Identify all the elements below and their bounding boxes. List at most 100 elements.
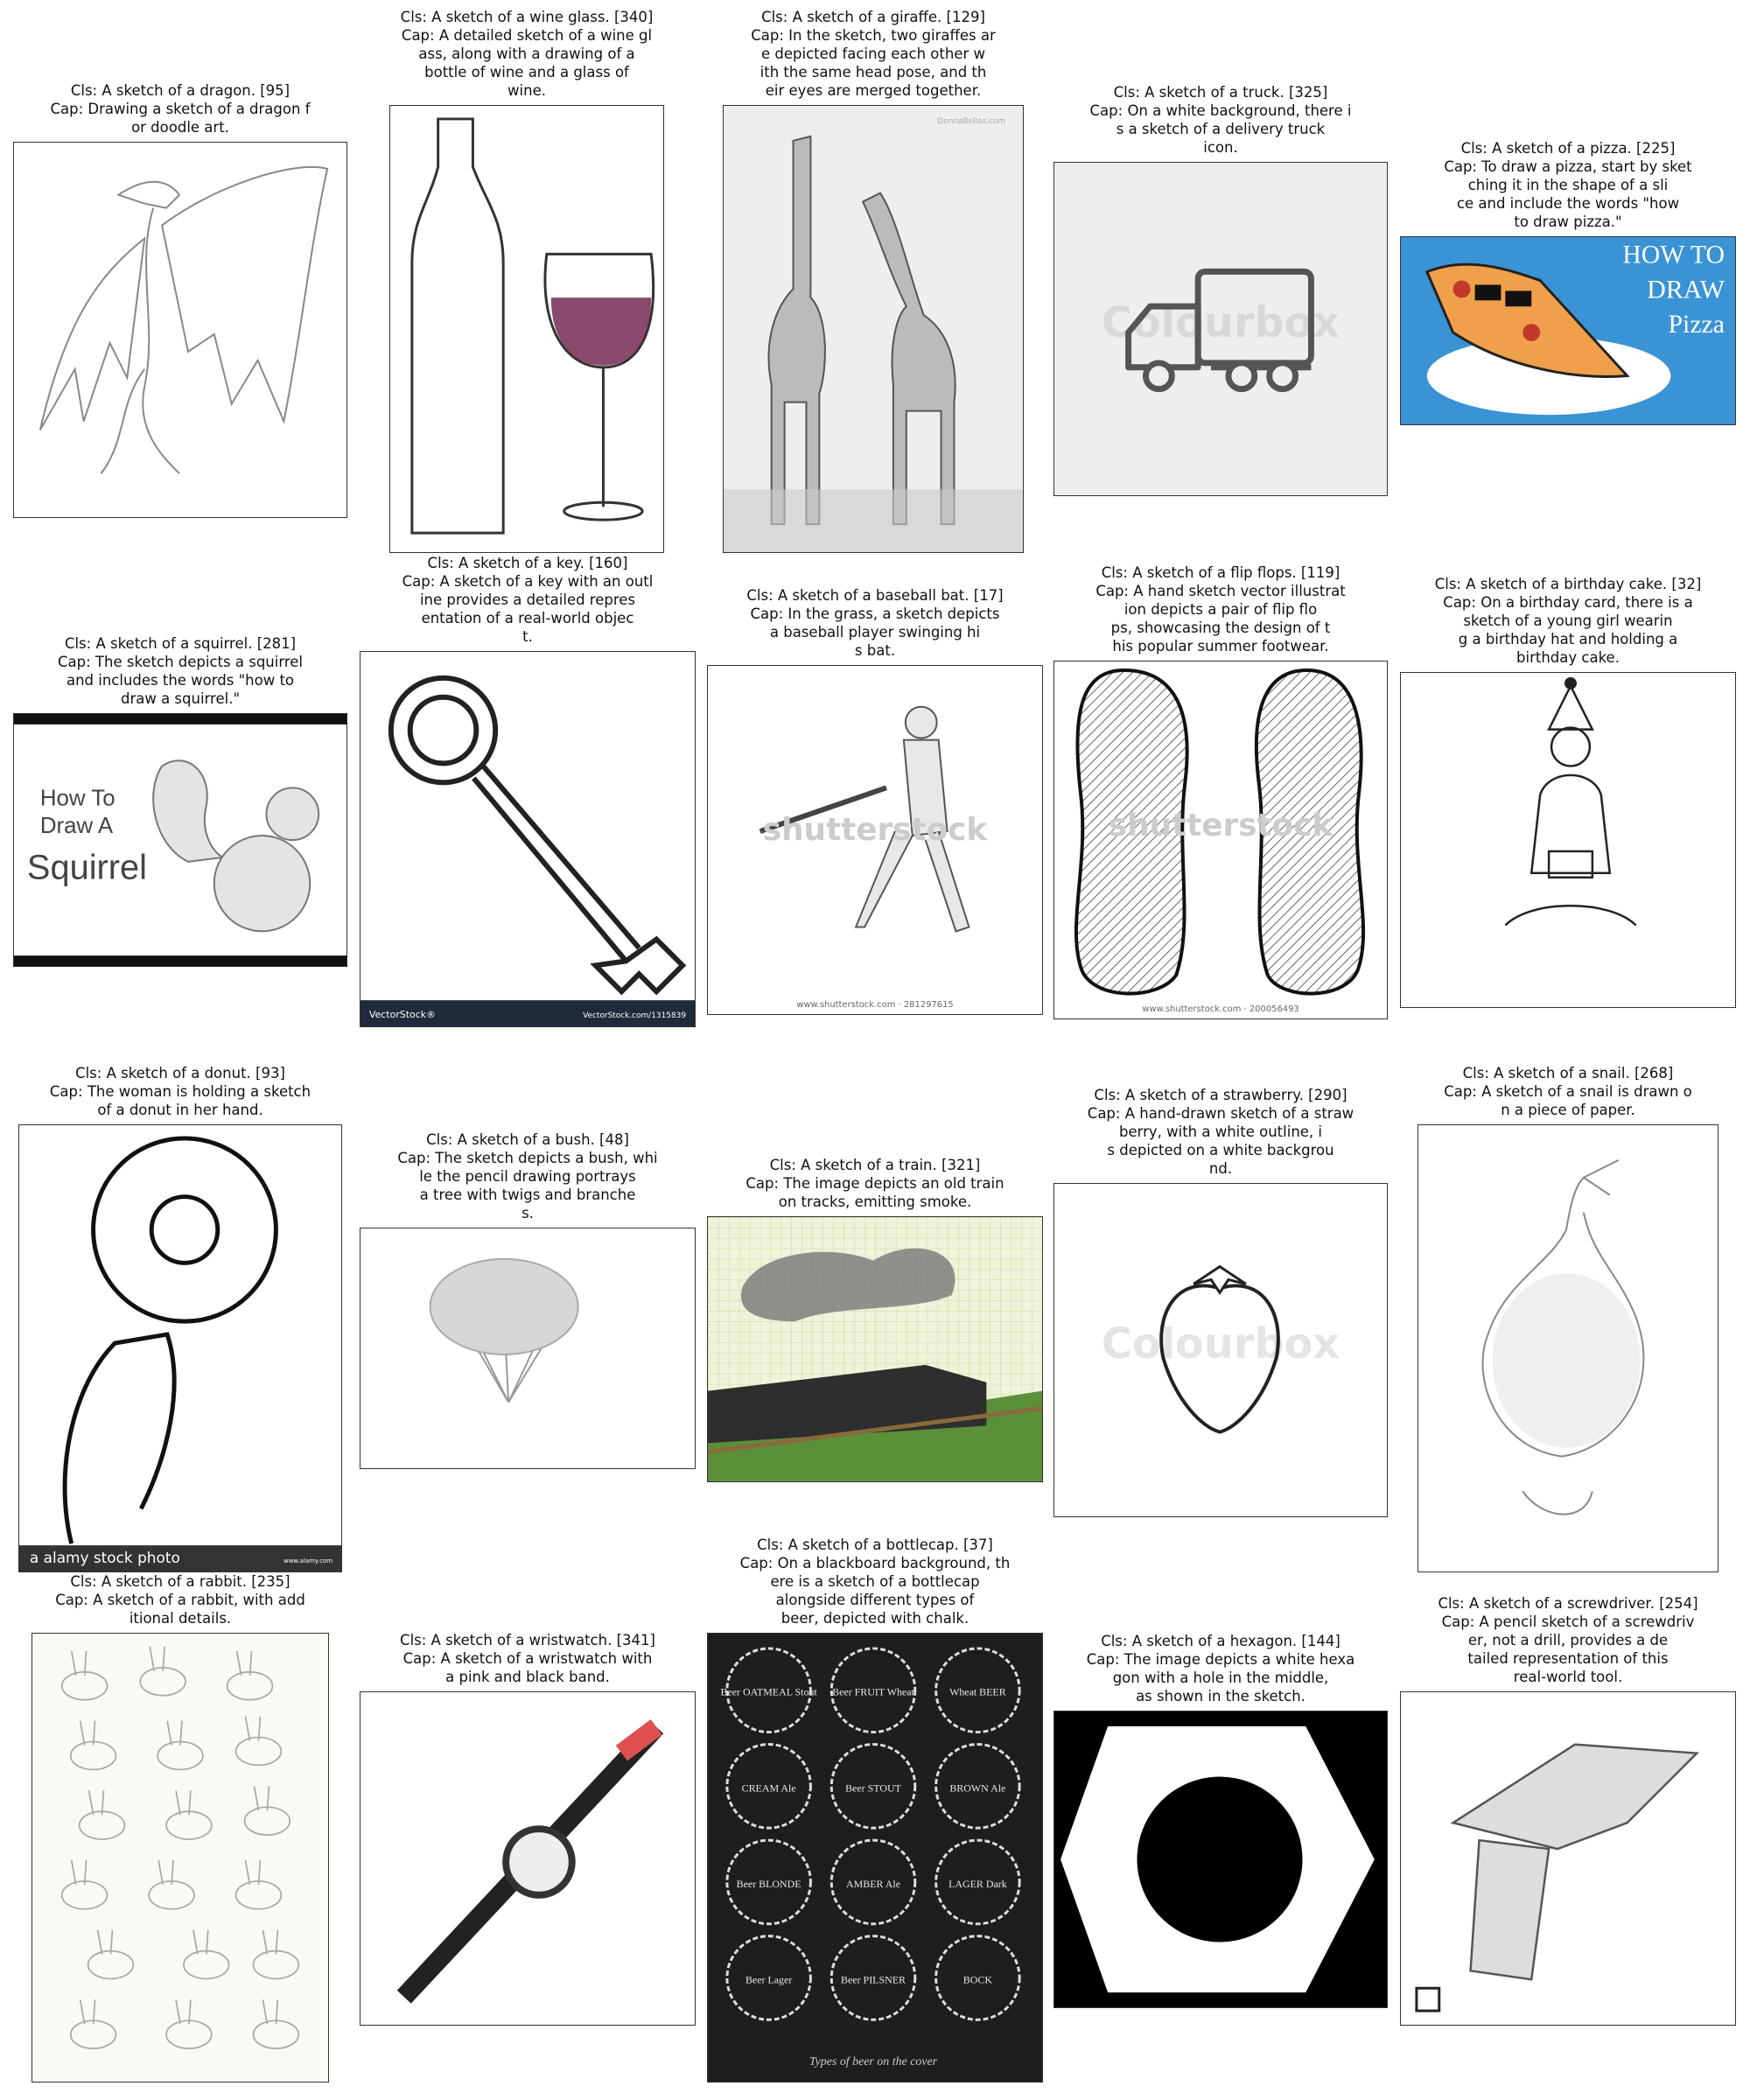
caption-line: a baseball player swinging hi [769,624,981,640]
caption-line: icon. [1203,139,1238,156]
caption-line: Cap: On a white background, there i [1089,102,1352,119]
caption-line: Cap: The sketch depicts a bush, whi [397,1150,658,1166]
panel-title: Cls: A sketch of a dragon. [95] Cap: Draw… [0,81,382,136]
caption-line: Cap: In the grass, a sketch depicts [750,606,1000,622]
image-text: Beer PILSNER [841,1973,906,1985]
image-text: VectorStock.com/1315839 [583,1012,686,1020]
image-text: AMBER Ale [846,1878,900,1890]
caption-line: nd. [1208,1160,1233,1177]
image-text: VectorStock® [369,1009,436,1020]
sketch-illustration [1418,1125,1718,1572]
panel-title: Cls: A sketch of a bottlecap. [37] Cap: O… [672,1536,1078,1628]
class-label: Cls: A sketch of a baseball bat. [17] [746,587,1004,604]
caption-line: a tree with twigs and branche [419,1186,636,1203]
panel-title: Cls: A sketch of a pizza. [225] Cap: To d… [1365,139,1750,231]
class-label: Cls: A sketch of a truck. [325] [1113,84,1328,101]
caption-line: s depicted on a white backgrou [1107,1142,1334,1158]
caption-line: ion depicts a pair of flip flo [1124,601,1318,618]
panel-title: Cls: A sketch of a screwdriver. [254] Cap… [1365,1594,1750,1686]
image-text: BOCK [963,1973,993,1985]
class-label: Cls: A sketch of a wristwatch. [341] [400,1632,655,1648]
image-truck: Colourbox [1054,162,1388,496]
sketch-illustration: Colourbox [1054,163,1387,495]
caption-line: ere is a sketch of a bottlecap [770,1573,980,1590]
caption-line: s. [522,1205,534,1222]
class-label: Cls: A sketch of a hexagon. [144] [1101,1633,1340,1649]
caption-line: Cap: The sketch depicts a squirrel [58,654,303,670]
caption-line: Cap: A sketch of a rabbit, with add [55,1592,305,1608]
sketch-illustration: shutterstock www.shutterstock.com · 2812… [708,666,1042,1014]
sketch-illustration [14,143,346,517]
caption-line: berry, with a white outline, i [1118,1124,1323,1140]
sketch-illustration [1401,673,1735,1007]
image-baseball-bat: shutterstock www.shutterstock.com · 2812… [707,665,1043,1015]
sketch-illustration: shutterstock www.shutterstock.com · 2000… [1054,662,1387,1018]
class-label: Cls: A sketch of a strawberry. [290] [1094,1087,1348,1103]
image-text: www.alamy.com [284,1558,332,1564]
panel-title: Cls: A sketch of a hexagon. [144] Cap: Th… [1018,1632,1423,1705]
image-text: How To [40,786,116,810]
caption-line: Cap: A hand-drawn sketch of a straw [1087,1105,1354,1122]
sketch-illustration [32,1634,328,2082]
caption-line: eir eyes are merged together. [765,82,982,99]
panel-title: Cls: A sketch of a rabbit. [235] Cap: A s… [0,1572,364,1628]
class-label: Cls: A sketch of a key. [160] [427,555,628,571]
caption-line: itional details. [129,1610,232,1627]
caption-line: Cap: A sketch of a snail is drawn o [1444,1083,1692,1100]
image-screwdriver [1400,1691,1736,2026]
image-key: VectorStock® VectorStock.com/1315839 [360,651,696,1027]
image-text: DonnaBellas.com [937,117,1005,126]
caption-line: e depicted facing each other w [761,46,985,62]
caption-line: g a birthday hat and holding a [1458,631,1678,648]
class-label: Cls: A sketch of a donut. [93] [75,1065,285,1082]
caption-line: n a piece of paper. [1501,1102,1635,1118]
image-text: www.shutterstock.com · 281297615 [796,1000,954,1010]
image-snail [1418,1124,1718,1572]
class-label: Cls: A sketch of a wine glass. [340] [400,9,654,25]
caption-line: to draw pizza." [1514,214,1622,230]
image-text: Types of beer on the cover [809,2055,938,2068]
image-donut: a alamy stock photo www.alamy.com [18,1124,342,1572]
caption-line: Cap: Drawing a sketch of a dragon f [50,101,311,117]
image-squirrel: How To Draw A Squirrel [13,713,347,967]
sketch-illustration [1401,1692,1735,2025]
image-text: BROWN Ale [949,1782,1005,1794]
caption-line: tailed representation of this [1467,1650,1669,1667]
sketch-illustration: DonnaBellas.com [724,106,1023,552]
panel-title: Cls: A sketch of a strawberry. [290] Cap:… [1018,1086,1423,1178]
image-text: LAGER Dark [948,1878,1007,1890]
image-text: Wheat BEER [949,1686,1006,1698]
sketch-illustration [360,1692,695,2025]
panel-title: Cls: A sketch of a bush. [48] Cap: The sk… [325,1130,731,1222]
caption-line: Cap: The image depicts an old train [746,1175,1004,1192]
image-text: Beer FRUIT Wheat [832,1686,914,1698]
panel-title: Cls: A sketch of a baseball bat. [17] Cap… [672,586,1078,660]
caption-line: birthday cake. [1516,649,1620,666]
caption-line: Cap: A hand sketch vector illustrat [1096,583,1346,599]
caption-line: Cap: A pencil sketch of a screwdriv [1441,1614,1695,1630]
panel-title: Cls: A sketch of a snail. [268] Cap: A sk… [1382,1064,1750,1119]
class-label: Cls: A sketch of a giraffe. [129] [761,9,985,25]
caption-line: or doodle art. [131,119,229,136]
panel-title: Cls: A sketch of a birthday cake. [32] Ca… [1365,575,1750,667]
image-hexagon [1054,1711,1388,2008]
image-wine-glass [389,105,664,553]
caption-line: alongside different types of [775,1592,975,1608]
sketch-illustration: a alamy stock photo www.alamy.com [19,1125,341,1572]
caption-line: Cap: On a blackboard background, th [739,1555,1011,1572]
caption-line: Cap: The woman is holding a sketch [49,1083,312,1100]
sketch-illustration: Beer OATMEAL Stout Beer FRUIT Wheat Wheat … [708,1634,1042,2082]
panel-title: Cls: A sketch of a giraffe. [129] Cap: In… [688,8,1059,100]
caption-line: wine. [508,82,546,99]
image-birthday-cake [1400,672,1736,1008]
image-flip-flops: shutterstock www.shutterstock.com · 2000… [1054,661,1388,1019]
caption-line: Cap: The image depicts a white hexa [1086,1651,1355,1668]
image-text: DRAW [1647,275,1726,304]
image-text: CREAM Ale [742,1782,796,1794]
sketch-illustration: How To Draw A Squirrel [14,714,346,966]
caption-line: a pink and black band. [445,1669,610,1685]
sketch-illustration: Colourbox [1054,1184,1387,1516]
caption-line: ce and include the words "how [1456,195,1680,212]
sketch-illustration [1054,1712,1387,2007]
image-bottlecap: Beer OATMEAL Stout Beer FRUIT Wheat Wheat … [707,1633,1043,2082]
